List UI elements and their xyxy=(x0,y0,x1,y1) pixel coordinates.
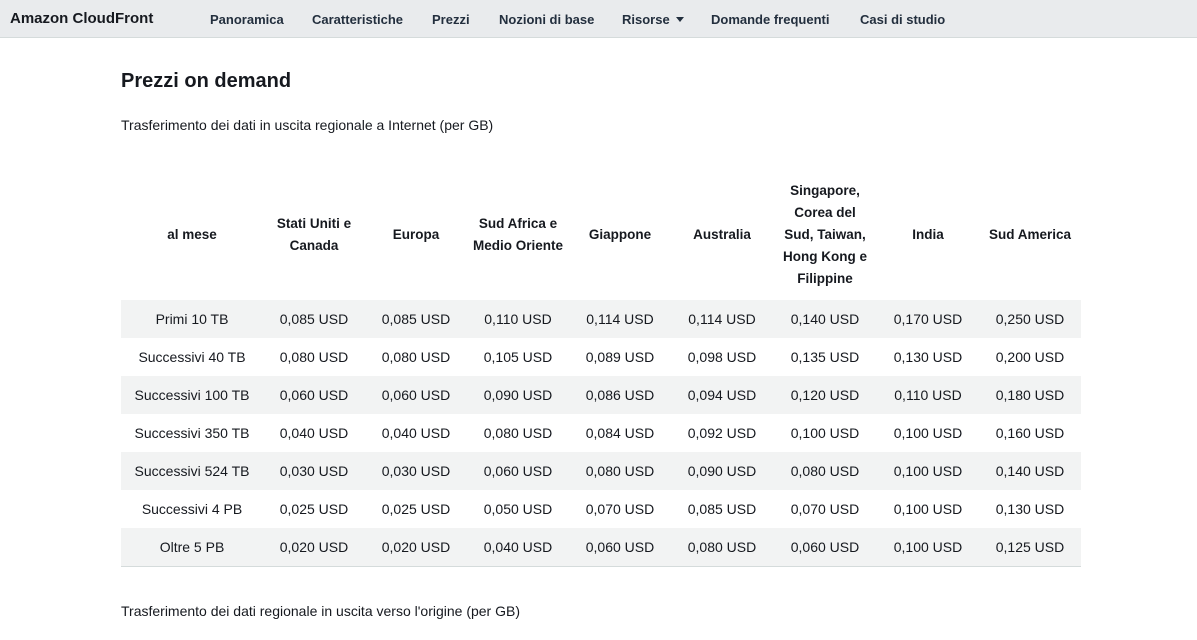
table-cell: Successivi 40 TB xyxy=(138,349,246,365)
table-cell: 0,094 USD xyxy=(671,376,773,414)
table-cell: 0,070 USD xyxy=(585,501,655,517)
table-row: Primi 10 TB 0,085 USD 0,085 USD 0,110 US… xyxy=(121,300,1081,338)
nav-item-risorse[interactable]: Risorse xyxy=(622,12,684,27)
table-cell: 0,040 USD xyxy=(381,425,451,441)
table-cell: 0,098 USD xyxy=(687,349,757,365)
table-cell: 0,080 USD xyxy=(773,452,877,490)
table-cell: 0,084 USD xyxy=(585,425,655,441)
table-cell: 0,060 USD xyxy=(467,452,569,490)
header-us-canada: Stati Uniti e Canada xyxy=(276,216,352,253)
table-row: Successivi 100 TB 0,060 USD 0,060 USD 0,… xyxy=(121,376,1081,414)
header-australia: Australia xyxy=(693,227,751,242)
table-cell: 0,040 USD xyxy=(279,425,349,441)
table-row: Successivi 40 TB 0,080 USD 0,080 USD 0,1… xyxy=(121,338,1081,376)
table-cell: 0,250 USD xyxy=(979,300,1081,338)
table-cell: Successivi 350 TB xyxy=(134,425,250,441)
nav-item-nozioni-di-base[interactable]: Nozioni di base xyxy=(499,12,594,27)
table-cell: 0,114 USD xyxy=(671,300,773,338)
table-cell: 0,135 USD xyxy=(790,349,860,365)
table-cell: 0,030 USD xyxy=(263,452,365,490)
table-cell: 0,100 USD xyxy=(877,452,979,490)
table-subtitle: Trasferimento dei dati in uscita regiona… xyxy=(121,117,494,133)
header-asia-pacific: Singapore, Corea del Sud, Taiwan, Hong K… xyxy=(783,183,867,286)
header-south-africa-middle-east: Sud Africa e Medio Oriente xyxy=(473,216,564,253)
table-cell: 0,030 USD xyxy=(365,452,467,490)
nav-item-risorse-label: Risorse xyxy=(622,12,670,27)
table-cell: 0,125 USD xyxy=(979,528,1081,567)
table-cell: 0,060 USD xyxy=(365,376,467,414)
nav-item-panoramica[interactable]: Panoramica xyxy=(210,12,284,27)
table-cell: 0,025 USD xyxy=(279,501,349,517)
table-cell: 0,100 USD xyxy=(893,425,963,441)
table-cell: Successivi 4 PB xyxy=(141,501,243,517)
table-cell: 0,100 USD xyxy=(790,425,860,441)
nav-item-prezzi[interactable]: Prezzi xyxy=(432,12,470,27)
table-cell: 0,070 USD xyxy=(790,501,860,517)
table-cell: 0,090 USD xyxy=(671,452,773,490)
table-cell: 0,160 USD xyxy=(995,425,1065,441)
table-cell: 0,080 USD xyxy=(381,349,451,365)
table-cell: 0,080 USD xyxy=(671,528,773,567)
header-india: India xyxy=(912,227,944,242)
header-month: al mese xyxy=(167,227,217,242)
table-header-row: al mese Stati Uniti e Canada Europa Sud … xyxy=(121,170,1081,300)
caret-down-icon xyxy=(675,17,684,22)
table-cell: 0,080 USD xyxy=(483,425,553,441)
table-cell: 0,114 USD xyxy=(569,300,671,338)
table-cell: 0,050 USD xyxy=(483,501,553,517)
table-cell: 0,120 USD xyxy=(773,376,877,414)
table-cell: 0,025 USD xyxy=(381,501,451,517)
pricing-table: al mese Stati Uniti e Canada Europa Sud … xyxy=(121,170,1081,567)
table-cell: 0,060 USD xyxy=(569,528,671,567)
table-cell: 0,040 USD xyxy=(467,528,569,567)
table-row: Oltre 5 PB 0,020 USD 0,020 USD 0,040 USD… xyxy=(121,528,1081,567)
table-cell: Successivi 524 TB xyxy=(121,452,263,490)
brand-title[interactable]: Amazon CloudFront xyxy=(10,10,153,27)
table-row: Successivi 524 TB 0,030 USD 0,030 USD 0,… xyxy=(121,452,1081,490)
header-japan: Giappone xyxy=(588,227,652,242)
table-cell: Oltre 5 PB xyxy=(121,528,263,567)
page-title: Prezzi on demand xyxy=(121,70,292,92)
table-cell: 0,140 USD xyxy=(979,452,1081,490)
table-cell: 0,170 USD xyxy=(877,300,979,338)
table-cell: 0,130 USD xyxy=(995,501,1065,517)
table-cell: 0,089 USD xyxy=(585,349,655,365)
table-cell: 0,100 USD xyxy=(877,528,979,567)
table-row: Successivi 4 PB 0,025 USD 0,025 USD 0,05… xyxy=(121,490,1081,528)
table-cell: 0,080 USD xyxy=(569,452,671,490)
table-cell: 0,110 USD xyxy=(877,376,979,414)
table-cell: Successivi 100 TB xyxy=(121,376,263,414)
top-navbar: Amazon CloudFront Panoramica Caratterist… xyxy=(0,0,1197,38)
nav-item-casi-di-studio[interactable]: Casi di studio xyxy=(860,12,945,27)
table-cell: 0,105 USD xyxy=(483,349,553,365)
table-cell: 0,110 USD xyxy=(467,300,569,338)
table-cell: 0,080 USD xyxy=(279,349,349,365)
table-cell: 0,180 USD xyxy=(979,376,1081,414)
table-cell: 0,085 USD xyxy=(365,300,467,338)
origin-transfer-subtitle: Trasferimento dei dati regionale in usci… xyxy=(121,603,520,619)
table-cell: 0,020 USD xyxy=(263,528,365,567)
table-cell: 0,130 USD xyxy=(893,349,963,365)
table-cell: 0,200 USD xyxy=(995,349,1065,365)
table-cell: 0,085 USD xyxy=(687,501,757,517)
header-europe: Europa xyxy=(392,227,440,242)
nav-item-domande-frequenti[interactable]: Domande frequenti xyxy=(711,12,829,27)
table-cell: Primi 10 TB xyxy=(121,300,263,338)
table-cell: 0,140 USD xyxy=(773,300,877,338)
table-cell: 0,090 USD xyxy=(467,376,569,414)
header-south-america: Sud America xyxy=(988,227,1072,242)
table-cell: 0,020 USD xyxy=(365,528,467,567)
table-cell: 0,092 USD xyxy=(687,425,757,441)
table-row: Successivi 350 TB 0,040 USD 0,040 USD 0,… xyxy=(121,414,1081,452)
table-cell: 0,100 USD xyxy=(893,501,963,517)
table-cell: 0,060 USD xyxy=(773,528,877,567)
table-cell: 0,086 USD xyxy=(569,376,671,414)
table-cell: 0,085 USD xyxy=(263,300,365,338)
table-cell: 0,060 USD xyxy=(263,376,365,414)
nav-item-caratteristiche[interactable]: Caratteristiche xyxy=(312,12,403,27)
